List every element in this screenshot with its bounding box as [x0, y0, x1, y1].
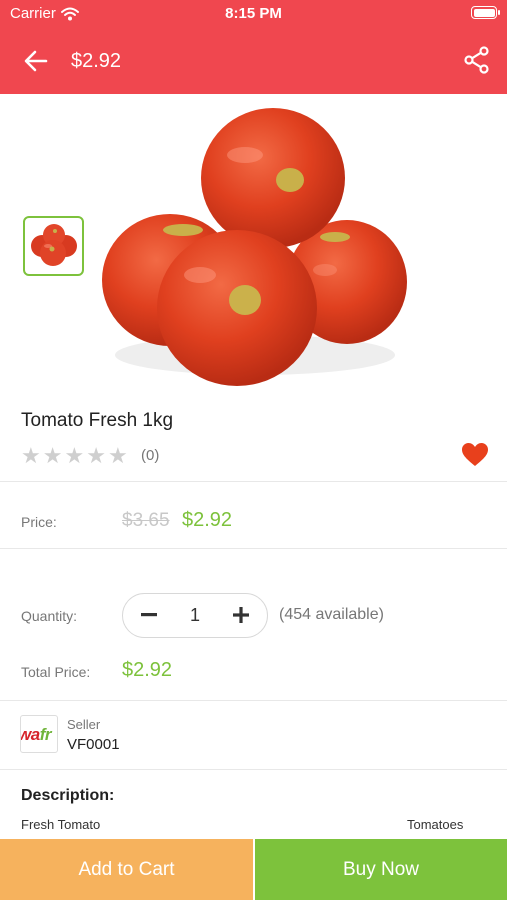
tomato-thumbnail-image	[30, 224, 77, 266]
seller-name[interactable]: VF0001	[67, 736, 120, 753]
add-to-cart-label: Add to Cart	[78, 858, 175, 880]
arrow-left-icon	[24, 50, 48, 72]
stock-available: (454 available)	[279, 606, 384, 623]
plus-icon	[233, 607, 249, 623]
add-to-cart-button[interactable]: Add to Cart	[0, 839, 253, 900]
product-image	[102, 108, 407, 386]
product-title: Tomato Fresh 1kg	[21, 410, 174, 431]
star-icon: ★	[86, 443, 106, 468]
buy-now-label: Buy Now	[342, 858, 420, 880]
current-price: $2.92	[182, 509, 233, 531]
buy-now-button[interactable]: Buy Now	[255, 839, 507, 900]
original-price: $3.65	[122, 510, 170, 531]
price-label: Price:	[21, 514, 57, 530]
star-icon: ★	[42, 443, 63, 468]
description-heading: Description:	[21, 787, 115, 804]
minus-icon	[141, 613, 157, 617]
description-text-right: Tomatoes	[407, 817, 464, 832]
share-button[interactable]	[461, 44, 493, 76]
back-button[interactable]	[20, 46, 52, 76]
quantity-value[interactable]: 1	[173, 605, 217, 626]
divider	[0, 769, 507, 770]
heart-icon[interactable]	[461, 442, 489, 468]
quantity-label: Quantity:	[21, 608, 78, 624]
rating-count: (0)	[141, 447, 160, 464]
divider	[0, 700, 507, 701]
app-header: Carrier 8:15 PM $2.92	[0, 0, 507, 94]
increment-button[interactable]	[221, 594, 261, 636]
star-icon: ★	[64, 443, 85, 468]
seller-logo[interactable]: wafr	[20, 715, 58, 753]
rating-stars: ★ ★ ★ ★ ★	[21, 443, 128, 468]
divider	[0, 481, 507, 482]
divider	[0, 548, 507, 549]
status-time: 8:15 PM	[225, 5, 282, 22]
battery-icon	[471, 6, 500, 19]
total-price-label: Total Price:	[21, 664, 91, 680]
total-price-value: $2.92	[122, 659, 173, 681]
quantity-stepper: 1	[122, 593, 268, 638]
product-thumbnail[interactable]	[23, 216, 84, 276]
seller-logo-text: wa	[20, 725, 40, 744]
seller-label: Seller	[67, 717, 101, 732]
description-text: Fresh Tomato	[21, 817, 101, 832]
decrement-button[interactable]	[129, 594, 169, 636]
seller-logo-text-accent: fr	[39, 725, 52, 744]
star-icon: ★	[21, 443, 41, 468]
nav-title: $2.92	[71, 50, 122, 72]
star-icon: ★	[107, 443, 128, 468]
share-icon	[464, 46, 489, 74]
status-bar: Carrier 8:15 PM	[0, 0, 507, 28]
nav-bar: $2.92	[0, 38, 507, 84]
